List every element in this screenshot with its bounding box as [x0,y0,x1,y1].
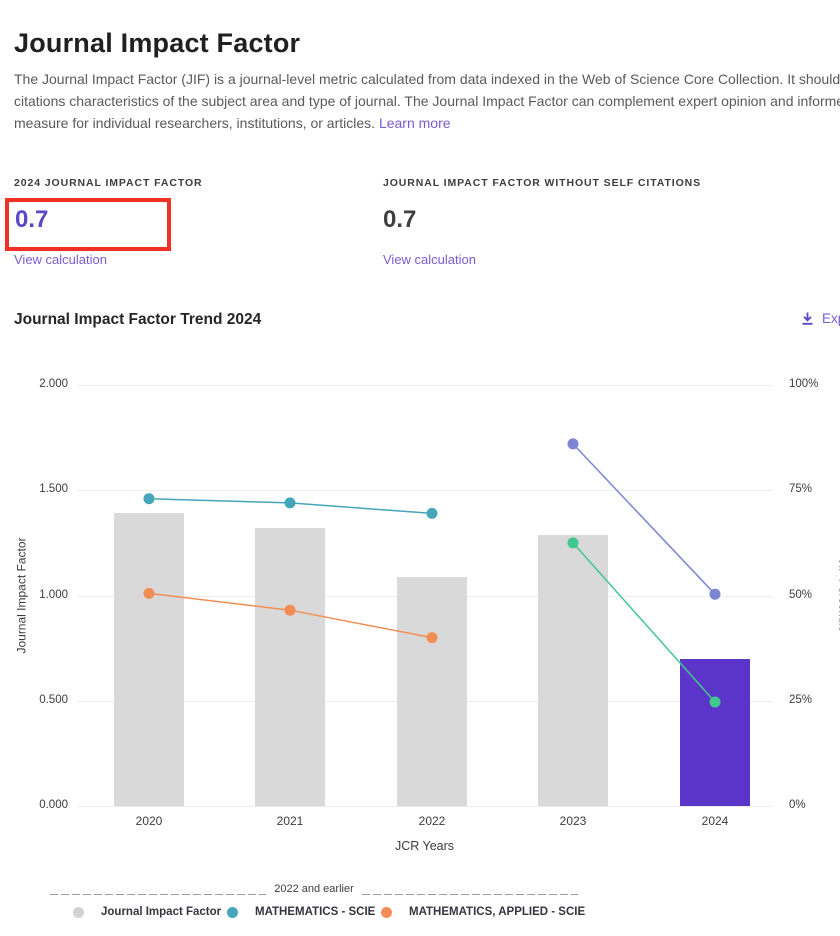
y-tick-right: 0% [789,799,806,811]
bar-2023[interactable] [538,535,608,807]
page-title: Journal Impact Factor [14,28,300,59]
learn-more-link[interactable]: Learn more [379,115,451,131]
jif-no-self-citations-value: 0.7 [383,206,416,234]
jif-2024-view-calculation-link[interactable]: View calculation [14,252,107,267]
jif-no-self-citations-label: JOURNAL IMPACT FACTOR WITHOUT SELF CITAT… [383,177,701,189]
legend-item[interactable]: Journal Impact Factor [73,906,221,918]
legend-group-header: 2022 and earlier [50,882,578,895]
legend-dash-right [362,882,578,895]
journal-impact-factor-page: Journal Impact Factor The Journal Impact… [0,0,840,936]
bar-2020[interactable] [114,513,184,806]
gridline [77,806,772,807]
export-button-label: Export [822,311,840,326]
y-axis-title-left: Journal Impact Factor [15,531,30,661]
bar-2021[interactable] [255,528,325,806]
legend-dot-icon [381,907,392,918]
gridline [77,385,772,386]
data-point[interactable] [427,508,438,519]
legend-item[interactable]: MATHEMATICS, APPLIED - SCIE [381,906,585,918]
y-tick-right: 75% [789,483,812,495]
y-tick-left: 0.500 [22,694,68,706]
y-tick-right: 25% [789,694,812,706]
gridline [77,490,772,491]
legend-item-label: Journal Impact Factor [101,906,221,918]
jif-2024-label: 2024 JOURNAL IMPACT FACTOR [14,177,203,189]
x-tick-2021: 2021 [255,814,325,828]
intro-line-1: The Journal Impact Factor (JIF) is a jou… [14,68,840,90]
data-point[interactable] [568,438,579,449]
y-tick-left: 2.000 [22,378,68,390]
x-tick-2020: 2020 [114,814,184,828]
legend-item-label: MATHEMATICS - SCIE [255,906,375,918]
x-axis-title: JCR Years [77,839,772,853]
download-icon [800,311,815,326]
legend-dash-left [50,882,266,895]
y-axis-title-right: JIF Percentile [836,531,840,661]
data-point[interactable] [144,493,155,504]
x-tick-2024: 2024 [680,814,750,828]
jif-2024-value: 0.7 [15,206,48,234]
x-tick-2023: 2023 [538,814,608,828]
jif-no-self-citations-view-calculation-link[interactable]: View calculation [383,252,476,267]
bar-2022[interactable] [397,577,467,806]
intro-line-2: citations characteristics of the subject… [14,90,840,112]
line-mathematics-scie[interactable] [144,493,438,519]
trend-section-title: Journal Impact Factor Trend 2024 [14,311,261,329]
y-tick-right: 100% [789,378,818,390]
legend-group-label: 2022 and earlier [274,883,354,895]
y-tick-right: 50% [789,589,812,601]
legend-dot-icon [227,907,238,918]
legend-dot-icon [73,907,84,918]
y-tick-left: 0.000 [22,799,68,811]
data-point[interactable] [285,497,296,508]
export-button[interactable]: Export [800,311,840,326]
data-point[interactable] [710,589,721,600]
legend-item-label: MATHEMATICS, APPLIED - SCIE [409,906,585,918]
legend-item[interactable]: MATHEMATICS - SCIE [227,906,375,918]
intro-line-3: measure for individual researchers, inst… [14,112,840,134]
bar-2024[interactable] [680,659,750,806]
y-tick-left: 1.500 [22,483,68,495]
x-tick-2022: 2022 [397,814,467,828]
intro-line-3-text: measure for individual researchers, inst… [14,115,375,131]
